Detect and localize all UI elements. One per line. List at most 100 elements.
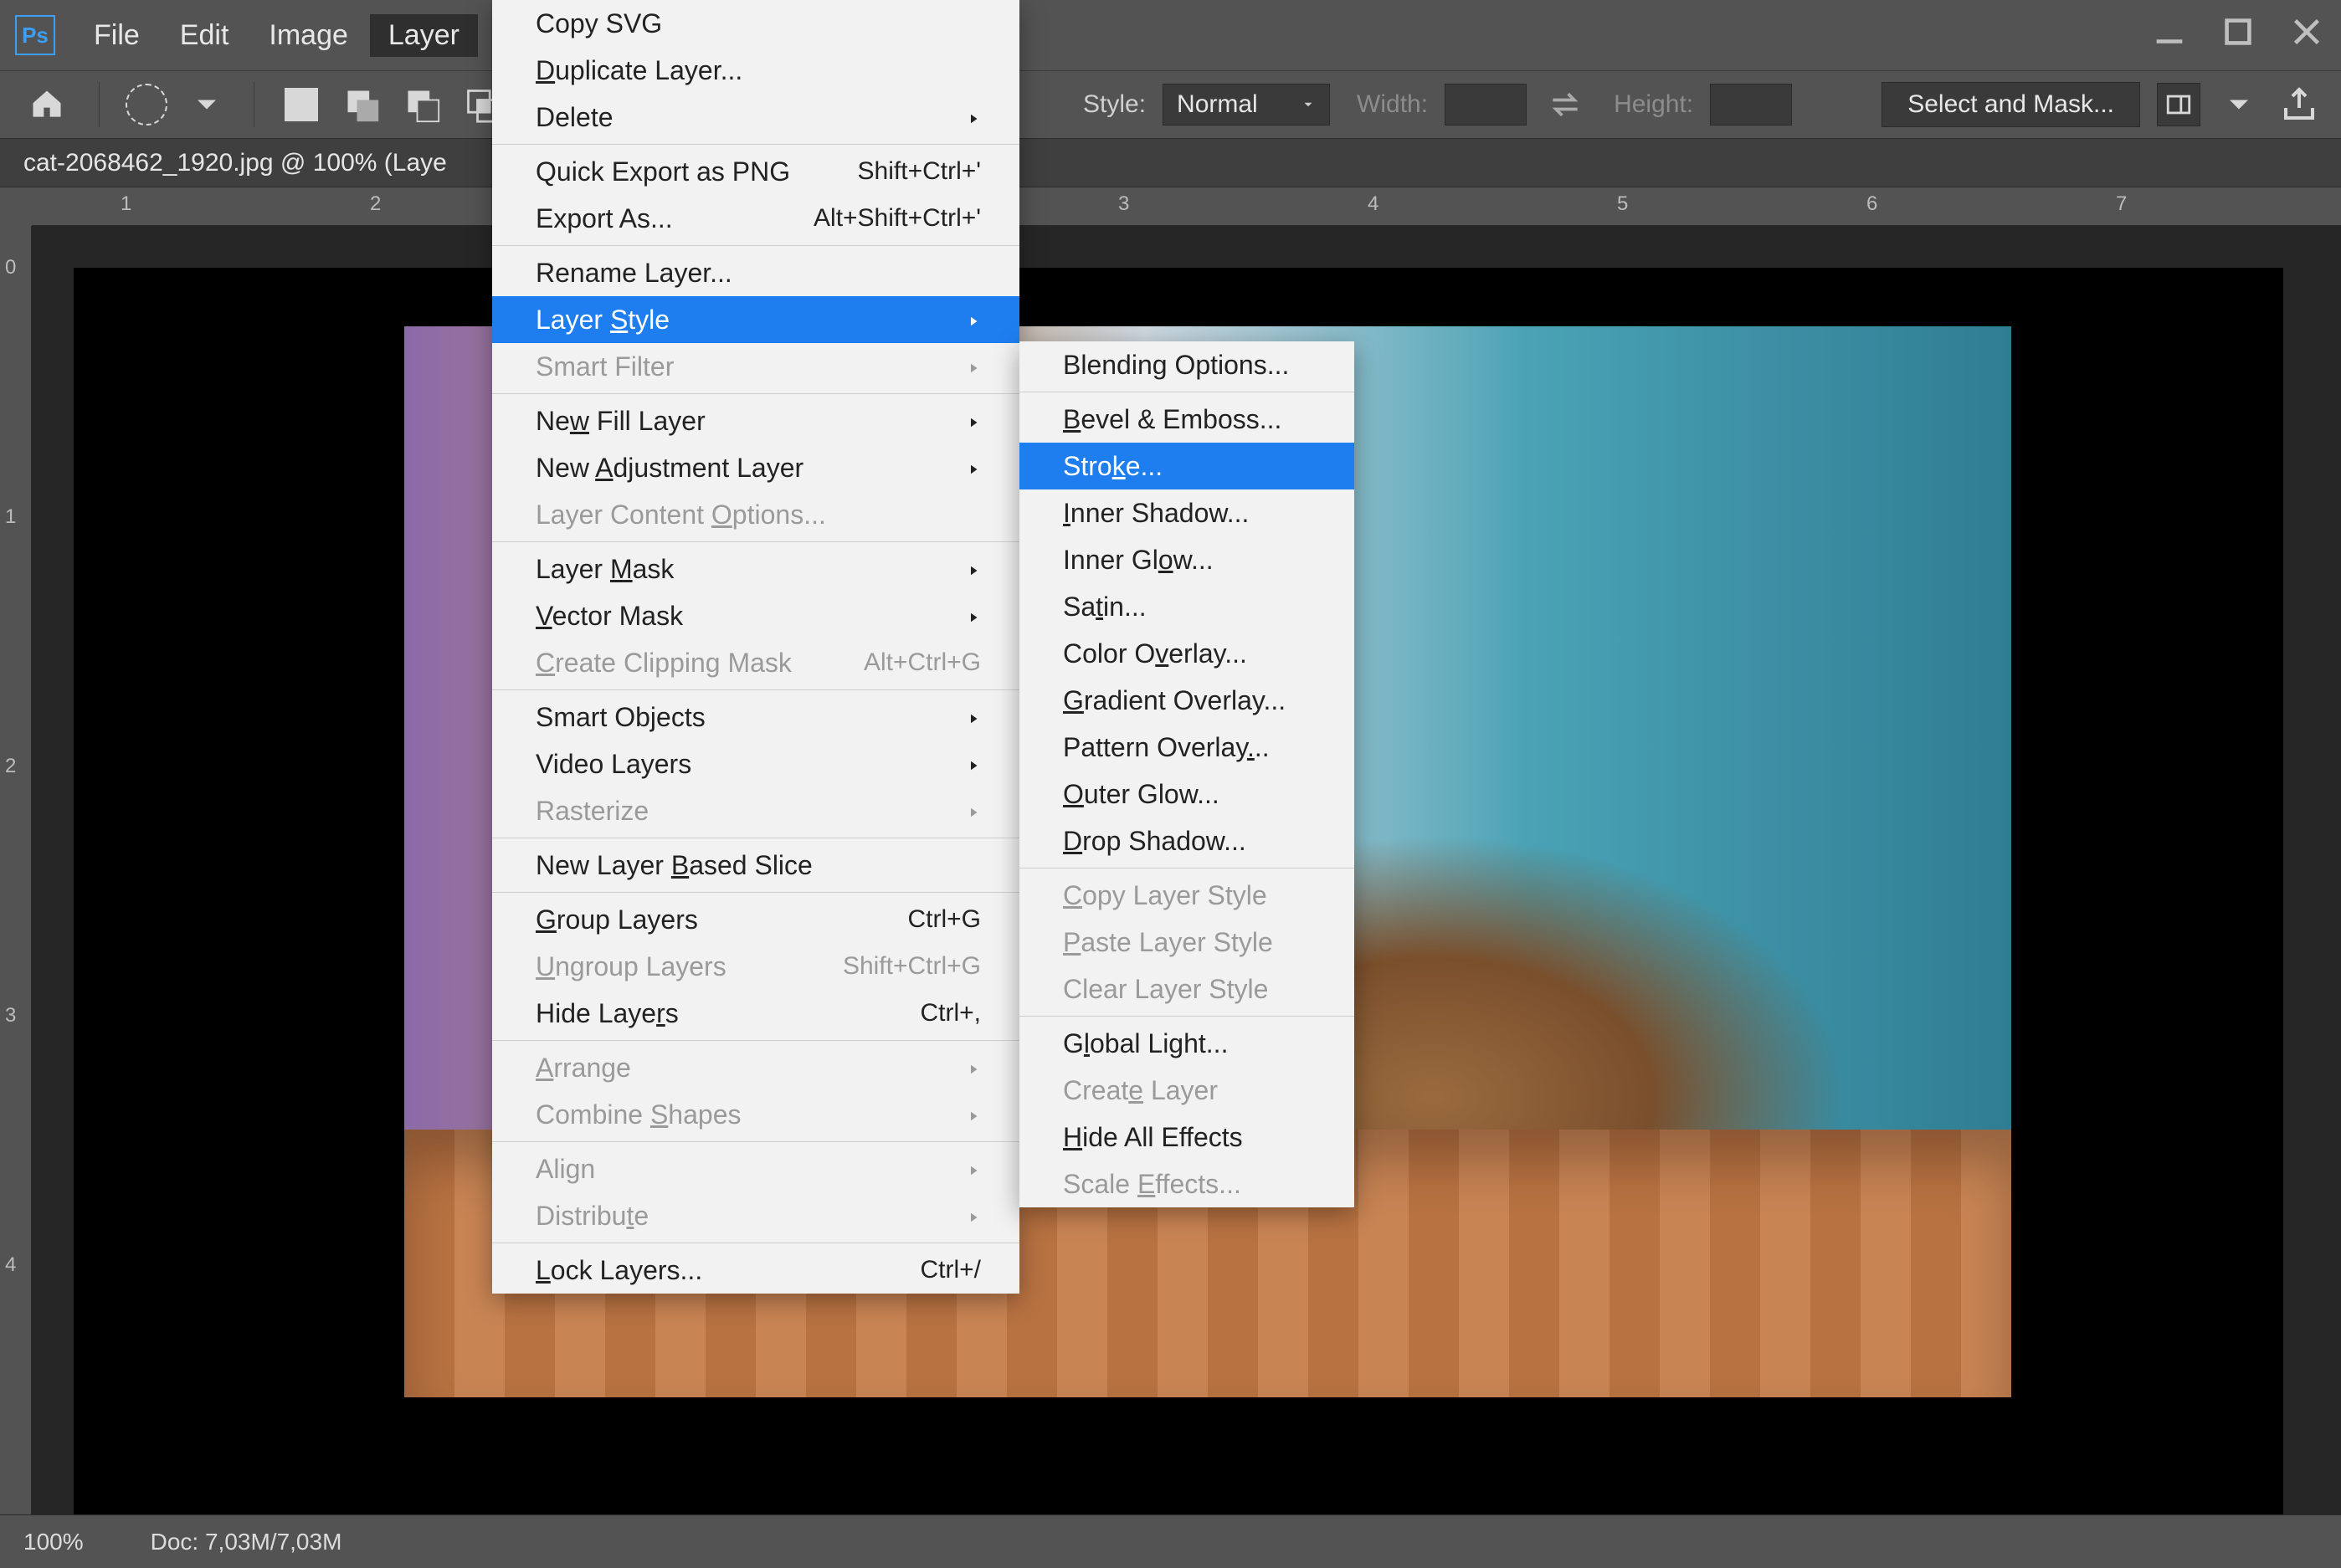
- menu-item[interactable]: Satin...: [1019, 583, 1354, 630]
- selection-add-icon[interactable]: [340, 83, 383, 126]
- zoom-level[interactable]: 100%: [23, 1529, 84, 1555]
- menu-item[interactable]: Layer Style: [492, 296, 1019, 343]
- menu-item[interactable]: Smart Objects: [492, 694, 1019, 740]
- menu-item: Create Clipping MaskAlt+Ctrl+G: [492, 639, 1019, 686]
- menu-item[interactable]: Inner Shadow...: [1019, 489, 1354, 536]
- menu-layer[interactable]: Layer: [370, 14, 478, 57]
- height-label: Height:: [1614, 90, 1693, 119]
- menu-item-label: Gradient Overlay...: [1063, 685, 1286, 716]
- menu-item: Combine Shapes: [492, 1091, 1019, 1138]
- chevron-down-icon[interactable]: [185, 83, 228, 126]
- menubar: Ps FileEditImageLayerWindowHelp: [0, 0, 2341, 70]
- style-label: Style:: [1083, 90, 1146, 119]
- menu-item[interactable]: Vector Mask: [492, 592, 1019, 639]
- menu-item[interactable]: Gradient Overlay...: [1019, 677, 1354, 724]
- menu-item[interactable]: Video Layers: [492, 740, 1019, 787]
- menu-item-label: Create Layer: [1063, 1075, 1218, 1106]
- menu-item[interactable]: Stroke...: [1019, 443, 1354, 489]
- menu-item[interactable]: Duplicate Layer...: [492, 47, 1019, 94]
- submenu-arrow-icon: [916, 796, 981, 827]
- select-and-mask-button[interactable]: Select and Mask...: [1882, 82, 2140, 127]
- menu-item-label: Lock Layers...: [536, 1255, 702, 1286]
- menu-file[interactable]: File: [75, 14, 158, 57]
- options-bar: Style: Normal Width: Height: Select and …: [0, 70, 2341, 139]
- menu-item[interactable]: Drop Shadow...: [1019, 817, 1354, 864]
- ruler-tick: 0: [5, 256, 16, 279]
- selection-subtract-icon[interactable]: [400, 83, 444, 126]
- ruler-tick: 5: [1617, 192, 1628, 216]
- menu-item[interactable]: Layer Mask: [492, 546, 1019, 592]
- panel-toggle-icon[interactable]: [2157, 83, 2200, 126]
- menu-item-label: Group Layers: [536, 904, 698, 935]
- ruler-tick: 1: [121, 192, 131, 216]
- ruler-tick: 3: [5, 1004, 16, 1027]
- menu-item[interactable]: Global Light...: [1019, 1020, 1354, 1067]
- menu-item[interactable]: New Adjustment Layer: [492, 444, 1019, 491]
- menu-item[interactable]: Delete: [492, 94, 1019, 141]
- menu-image[interactable]: Image: [250, 14, 367, 57]
- menu-item[interactable]: Bevel & Emboss...: [1019, 396, 1354, 443]
- menu-item-label: Rename Layer...: [536, 258, 732, 289]
- menu-item: Arrange: [492, 1044, 1019, 1091]
- swap-dimensions-icon[interactable]: [1543, 83, 1587, 126]
- menu-item[interactable]: Rename Layer...: [492, 249, 1019, 296]
- menu-item-label: Distribute: [536, 1201, 649, 1232]
- close-button[interactable]: [2287, 13, 2326, 58]
- menu-item[interactable]: New Fill Layer: [492, 397, 1019, 444]
- menu-item[interactable]: New Layer Based Slice: [492, 842, 1019, 889]
- ruler-tick: 4: [1368, 192, 1378, 216]
- menu-item-label: Bevel & Emboss...: [1063, 404, 1281, 435]
- share-icon[interactable]: [2277, 83, 2321, 126]
- selection-new-icon[interactable]: [280, 83, 323, 126]
- menu-item[interactable]: Export As...Alt+Shift+Ctrl+': [492, 195, 1019, 242]
- height-field[interactable]: [1710, 84, 1792, 126]
- menu-item-label: Copy Layer Style: [1063, 880, 1267, 911]
- menu-shortcut: Alt+Shift+Ctrl+': [763, 204, 981, 233]
- menu-item-label: Paste Layer Style: [1063, 927, 1273, 958]
- document-tab[interactable]: cat-2068462_1920.jpg @ 100% (Laye: [0, 139, 2341, 187]
- ruler-tick: 2: [370, 192, 381, 216]
- minimize-button[interactable]: [2150, 13, 2189, 58]
- menu-item-label: Arrange: [536, 1053, 631, 1084]
- menu-shortcut: Ctrl+G: [857, 905, 981, 934]
- menu-item: Smart Filter: [492, 343, 1019, 390]
- home-icon[interactable]: [20, 78, 74, 131]
- menu-shortcut: Ctrl+,: [870, 999, 981, 1027]
- menu-item-label: Smart Filter: [536, 351, 674, 382]
- layer-menu: Copy SVGDuplicate Layer...Delete Quick Ex…: [492, 0, 1019, 1294]
- window-controls: [2150, 13, 2326, 58]
- menu-item[interactable]: Lock Layers...Ctrl+/: [492, 1247, 1019, 1294]
- menu-shortcut: Shift+Ctrl+': [808, 157, 981, 186]
- submenu-arrow-icon: [916, 351, 981, 382]
- menu-item[interactable]: Quick Export as PNGShift+Ctrl+': [492, 148, 1019, 195]
- maximize-button[interactable]: [2219, 13, 2257, 58]
- menu-item[interactable]: Blending Options...: [1019, 341, 1354, 388]
- menu-item-label: Create Clipping Mask: [536, 648, 792, 679]
- menu-item[interactable]: Pattern Overlay...: [1019, 724, 1354, 771]
- menu-item[interactable]: Hide Layers Ctrl+,: [492, 990, 1019, 1037]
- menu-item-label: Hide Layers: [536, 998, 679, 1029]
- submenu-arrow-icon: [916, 305, 981, 336]
- menu-item[interactable]: Copy SVG: [492, 0, 1019, 47]
- chevron-down-icon[interactable]: [2217, 83, 2261, 126]
- doc-size-info: Doc: 7,03M/7,03M: [151, 1529, 342, 1555]
- style-select[interactable]: Normal: [1163, 84, 1330, 126]
- menu-item-label: Hide All Effects: [1063, 1122, 1243, 1153]
- submenu-arrow-icon: [916, 102, 981, 133]
- menu-item: Copy Layer Style: [1019, 872, 1354, 919]
- menu-item[interactable]: Color Overlay...: [1019, 630, 1354, 677]
- submenu-arrow-icon: [916, 1099, 981, 1130]
- menu-item: Distribute: [492, 1192, 1019, 1239]
- width-field[interactable]: [1445, 84, 1527, 126]
- menu-item[interactable]: Group Layers Ctrl+G: [492, 896, 1019, 943]
- menu-item-label: New Layer Based Slice: [536, 850, 813, 881]
- menu-item-label: Pattern Overlay...: [1063, 732, 1270, 763]
- submenu-arrow-icon: [916, 1201, 981, 1232]
- menu-item-label: Satin...: [1063, 592, 1147, 623]
- marquee-tool-icon[interactable]: [125, 83, 168, 126]
- menu-edit[interactable]: Edit: [162, 14, 248, 57]
- menu-item[interactable]: Hide All Effects: [1019, 1114, 1354, 1161]
- menu-item[interactable]: Inner Glow...: [1019, 536, 1354, 583]
- ruler-horizontal: 123434567: [32, 187, 2341, 226]
- menu-item[interactable]: Outer Glow...: [1019, 771, 1354, 817]
